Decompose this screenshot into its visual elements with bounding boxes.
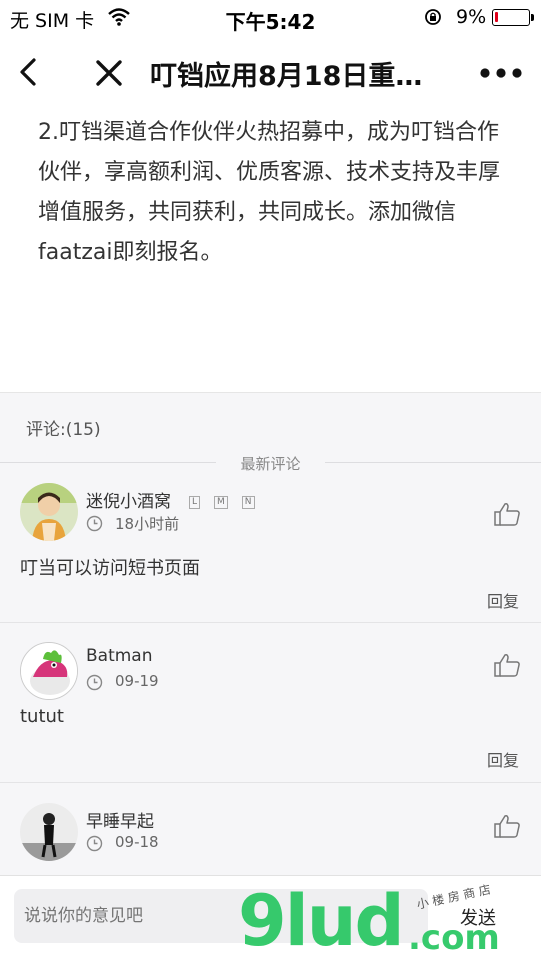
avatar-image: [20, 483, 78, 541]
comment-item: Batman 09-19 tutut 回复: [0, 640, 541, 780]
battery-tip: [531, 14, 534, 21]
comment-time: 18小时前: [115, 515, 180, 533]
user-badges: LMN: [175, 492, 255, 512]
comment-item: 迷倪小酒窝 L M N 18小时前 叮当可以访问短书页面 回复: [0, 481, 541, 621]
badge-l: L: [189, 495, 201, 509]
clock-icon: [86, 515, 103, 532]
comment-time: 09-19: [115, 672, 159, 690]
avatar[interactable]: [20, 803, 78, 861]
rotation-lock-icon: [425, 9, 441, 25]
comment-author[interactable]: Batman: [86, 646, 153, 666]
clock-icon: [86, 674, 103, 691]
latest-comments-label: 最新评论: [240, 455, 301, 473]
comment-time: 09-18: [115, 833, 159, 851]
send-button[interactable]: 发送: [460, 904, 496, 930]
like-icon[interactable]: [493, 813, 521, 839]
like-icon[interactable]: [493, 501, 521, 527]
comment-input[interactable]: [14, 889, 428, 943]
article-body: 2.叮铛渠道合作伙伴火热招募中，成为叮铛合作伙伴，享高额利润、优质客源、技术支持…: [38, 120, 501, 265]
comments-count: 评论:(15): [26, 420, 101, 440]
avatar-image: [21, 643, 77, 699]
comment-author-name: 迷倪小酒窝: [86, 492, 171, 512]
avatar[interactable]: [20, 483, 78, 541]
battery-percent: 9%: [456, 6, 487, 28]
comment-author[interactable]: 早睡早起: [86, 807, 154, 832]
clock-icon: [86, 835, 103, 852]
nav-bar: 叮铛应用8月18日重…: [0, 36, 541, 108]
more-icon[interactable]: [478, 58, 524, 88]
badge-m: M: [214, 495, 228, 509]
comment-text: tutut: [20, 706, 64, 727]
avatar[interactable]: [20, 642, 78, 700]
reply-button[interactable]: 回复: [487, 588, 519, 612]
page-title: 叮铛应用8月18日重…: [150, 61, 423, 92]
avatar-image: [20, 803, 78, 861]
battery-icon: [492, 9, 530, 26]
back-icon[interactable]: [14, 54, 44, 90]
battery-level: [495, 12, 498, 22]
comment-author[interactable]: 迷倪小酒窝 L M N: [86, 487, 255, 512]
status-bar: 无 SIM 卡 下午5:42 9%: [0, 0, 541, 36]
comment-separator: [0, 782, 541, 783]
close-icon[interactable]: [92, 56, 126, 90]
comment-separator: [0, 622, 541, 623]
like-icon[interactable]: [493, 652, 521, 678]
comment-input-bar: 发送: [0, 875, 541, 960]
comment-text: 叮当可以访问短书页面: [20, 558, 200, 579]
reply-button[interactable]: 回复: [487, 747, 519, 771]
badge-n: N: [241, 495, 255, 509]
